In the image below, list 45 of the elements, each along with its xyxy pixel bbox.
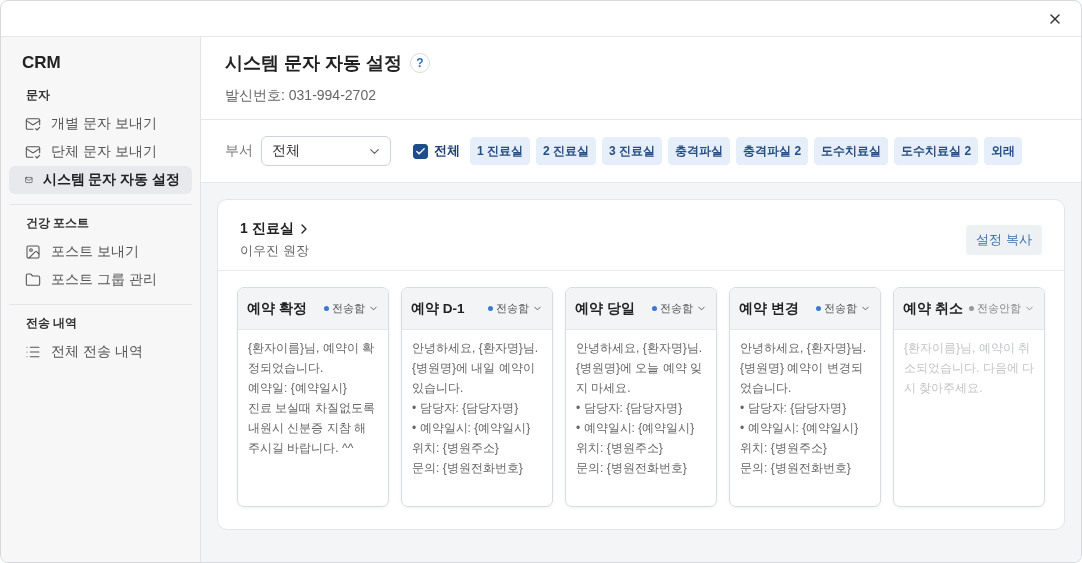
department-chip[interactable]: 2 진료실 <box>536 137 597 165</box>
filter-label: 부서 <box>225 142 253 160</box>
message-text: 안녕하세요, {환자명}님. {병원명}에 내일 예약이 있습니다. • 담당자: {담당자명} • 예약일시: {예약일시} 위치: {병원주소} 문의: {병원전화번호} <box>411 340 540 477</box>
template-title: 예약 취소 <box>903 299 963 318</box>
send-status-dropdown[interactable]: 전송함 <box>652 301 707 316</box>
mail-check-icon <box>25 116 41 132</box>
template-title: 예약 당일 <box>575 299 635 318</box>
department-chip[interactable]: 1 진료실 <box>470 137 530 165</box>
section-heading: 전송 내역 <box>25 315 79 332</box>
template-title: 예약 변경 <box>739 299 799 318</box>
template-title: 예약 D-1 <box>411 299 465 318</box>
list-icon <box>25 344 41 360</box>
department-link[interactable]: 1 진료실 <box>240 220 312 238</box>
doctor-name: 이우진 원장 <box>240 242 310 260</box>
department-chip[interactable]: 충격파실 2 <box>736 137 809 165</box>
message-text: 안녕하세요, {환자명}님. {병원명} 예약이 변경되었습니다. • 담당자: {담당자명} • 예약일시: {예약일시} 위치: {병원주소} 문의: {병원전화번호} <box>739 340 868 477</box>
send-status-dropdown[interactable]: 전송함 <box>324 301 379 316</box>
sidebar-item[interactable]: 개별 문자 보내기 <box>9 110 192 138</box>
sidebar-item[interactable]: 포스트 그룹 관리 <box>9 266 192 294</box>
sender-number: 발신번호: 031-994-2702 <box>225 87 377 105</box>
mail-check-icon <box>25 144 41 160</box>
department-chip[interactable]: 충격파실 <box>668 137 731 165</box>
section-heading: 문자 <box>25 87 51 104</box>
all-checkbox[interactable]: 전체 <box>413 142 460 160</box>
department-chip[interactable]: 도수치료실 <box>814 137 889 165</box>
department-chip[interactable]: 외래 <box>984 137 1023 165</box>
section-heading: 건강 포스트 <box>25 215 91 232</box>
image-icon <box>25 244 41 260</box>
department-chip[interactable]: 도수치료실 2 <box>894 137 979 165</box>
folder-icon <box>25 272 41 288</box>
sidebar-item[interactable]: 전체 전송 내역 <box>9 338 192 366</box>
department-chip[interactable]: 3 진료실 <box>602 137 663 165</box>
page-title: 시스템 문자 자동 설정 <box>225 52 402 75</box>
app-logo: CRM <box>21 53 62 73</box>
message-text: {환자이름}님, 예약이 확정되었습니다. 예약일: {예약일시} 진료 보실때 차질없도록 내원시 신분증 지참 해 주시길 바랍니다. ^^ <box>247 340 376 457</box>
send-status-dropdown[interactable]: 전송함 <box>488 301 543 316</box>
send-status-dropdown[interactable]: 전송함 <box>816 301 871 316</box>
sidebar-item[interactable]: 포스트 보내기 <box>9 238 192 266</box>
department-select[interactable]: 전체 <box>261 136 391 166</box>
sidebar-item[interactable]: 시스템 문자 자동 설정 <box>9 166 192 194</box>
message-text: 안녕하세요, {환자명}님. {병원명}에 오늘 예약 잊지 마세요. • 담당자: {담당자명} • 예약일시: {예약일시} 위치: {병원주소} 문의: {병원전화번호} <box>575 340 704 477</box>
sidebar-item[interactable]: 단체 문자 보내기 <box>9 138 192 166</box>
copy-settings-button[interactable]: 설정 복사 <box>966 225 1042 255</box>
template-title: 예약 확정 <box>247 299 307 318</box>
help-button[interactable]: ? <box>410 53 430 73</box>
